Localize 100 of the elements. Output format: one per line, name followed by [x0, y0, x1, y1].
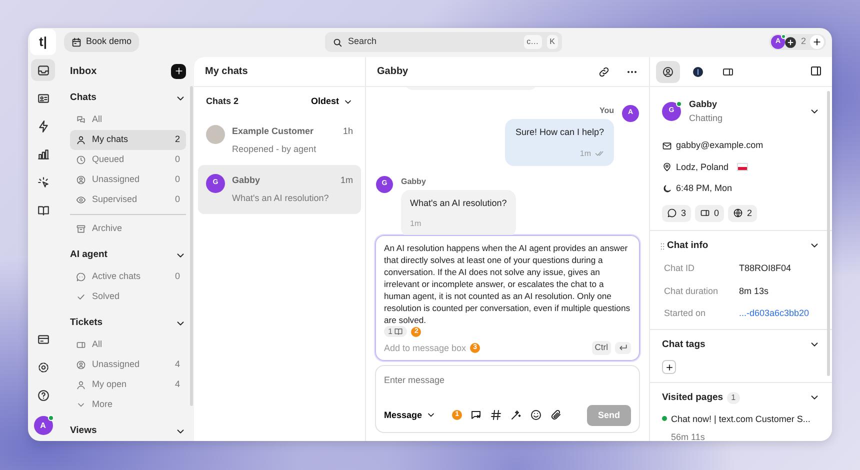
book-icon — [36, 204, 50, 216]
sidebar-item[interactable]: More — [70, 395, 186, 415]
search-input[interactable]: Search — [348, 35, 519, 49]
flag-icon — [736, 163, 748, 172]
billing-card-icon — [36, 332, 50, 346]
hash-icon — [490, 409, 502, 422]
message-mode-dropdown[interactable]: Message — [384, 408, 436, 422]
message-author: You — [599, 105, 614, 117]
suggestion-text: An AI resolution happens when the AI agent provides an answer that directly solves at least one of your questions during a conversation. If the AI does not solve any issue, gives an irrelevant or incomplete answer, or escalates the chat to a human agent, it is not counted as an AI resolution. Only one resolution is counted per conversation, even if multiple questions are solved. — [384, 242, 631, 326]
emoji-icon — [530, 409, 542, 422]
section-title: Chats — [70, 90, 96, 105]
stat-chip: 2 — [728, 204, 758, 222]
sidebar-item[interactable]: All — [70, 335, 186, 355]
globe-icon — [733, 208, 744, 218]
agents-count: 2 — [800, 35, 806, 48]
drag-handle-icon — [658, 242, 667, 251]
sidebar-item[interactable]: Solved — [70, 287, 186, 307]
book-icon — [394, 327, 404, 336]
sidebar-item[interactable]: Supervised 0 — [70, 190, 186, 210]
magic-wand-icon — [510, 409, 522, 422]
person-icon — [76, 135, 86, 145]
info-value: 8m 13s — [739, 284, 769, 298]
person-circle-icon — [662, 66, 674, 78]
settings-icon — [36, 360, 50, 374]
eye-icon — [76, 195, 86, 205]
sidebar-item[interactable]: Active chats 0 — [70, 267, 186, 287]
section-title: Visited pages — [662, 391, 724, 405]
info-label: Chat ID — [664, 262, 696, 276]
message-text: What's an AI resolution? — [410, 196, 507, 210]
app-logo[interactable]: t| — [30, 29, 56, 55]
sidebar-item[interactable]: All — [70, 110, 186, 130]
search-icon — [332, 36, 343, 48]
rail-button[interactable] — [31, 59, 55, 81]
info-label: Started on — [664, 307, 707, 320]
customer-name: Example Customer — [232, 125, 314, 138]
archive-icon — [76, 224, 86, 234]
inbox-icon — [36, 64, 50, 76]
mail-icon — [662, 140, 672, 151]
sidebar-item[interactable]: Unassigned 4 — [70, 355, 186, 375]
page-title: Chat now! | text.com Customer S... — [671, 413, 810, 426]
status-dot — [662, 416, 667, 422]
chat-preview: Reopened - by agent — [232, 142, 318, 156]
customer-name: Gabby — [232, 174, 260, 187]
chat-bubble-icon — [76, 272, 86, 282]
paperclip-icon — [550, 409, 562, 422]
dark-circle-icon — [692, 66, 704, 78]
sidebar-item[interactable]: My chats 2 — [70, 130, 186, 150]
started-on-link[interactable]: ...-d603a6c3bb20 — [739, 307, 810, 321]
add-tag-button[interactable] — [662, 360, 676, 374]
chat-time: 1m — [340, 174, 353, 187]
message-text: Sure! How can I help? — [515, 126, 604, 139]
ticket-icon — [76, 340, 86, 350]
plus-icon — [812, 37, 822, 47]
ticket-icon — [700, 208, 710, 218]
search-field[interactable]: Search c… K — [325, 32, 562, 52]
plus-icon — [664, 362, 674, 372]
plus-icon — [174, 66, 184, 76]
section-title: Tickets — [70, 316, 103, 330]
lightning-icon — [36, 120, 50, 132]
sidebar-item[interactable]: My open 4 — [70, 375, 186, 395]
add-to-message-box-link[interactable]: Add to message box — [384, 342, 466, 354]
customer-status: Chatting — [689, 112, 723, 125]
side-panel-icon — [810, 65, 822, 78]
sidebar-item[interactable]: Archive — [70, 219, 186, 239]
contact-card-icon — [36, 92, 50, 104]
person-circle-icon — [76, 175, 86, 185]
user-avatar[interactable]: A — [34, 416, 52, 435]
sources-chip[interactable]: 1 — [384, 326, 408, 338]
section-title: AI agent — [70, 248, 108, 262]
return-key-icon — [615, 342, 631, 354]
clock-icon — [76, 155, 86, 165]
person-circle-icon — [76, 360, 86, 370]
chats-count: Chats 2 — [206, 95, 239, 108]
sidebar-item[interactable]: Unassigned 0 — [70, 170, 186, 190]
chat-title: Gabby — [377, 65, 408, 79]
canned-response-icon — [470, 409, 482, 422]
bar-chart-icon — [36, 148, 50, 160]
help-icon — [36, 388, 50, 402]
chat-time: 1h — [342, 125, 353, 138]
link-icon — [598, 66, 610, 78]
sparkle-cursor-icon — [36, 176, 50, 188]
customer-local-time: 6:48 PM, Mon — [676, 182, 732, 195]
panel-title: My chats — [205, 65, 248, 79]
sort-dropdown[interactable]: Oldest — [310, 95, 353, 109]
book-demo-button[interactable]: Book demo — [64, 32, 139, 52]
add-button[interactable] — [810, 35, 824, 49]
customer-location: Lodz, Poland — [676, 160, 729, 174]
chat-list-item[interactable]: Example Customer 1h Reopened - by agent — [198, 119, 361, 162]
calendar-icon — [71, 36, 82, 48]
section-title: Views — [70, 424, 97, 438]
new-button[interactable] — [171, 64, 186, 78]
section-title: Chat info — [667, 239, 708, 253]
chat-bubble-icon — [667, 208, 677, 218]
stat-chip: 3 — [662, 204, 692, 222]
ticket-icon — [722, 66, 734, 78]
stat-chip: 0 — [695, 204, 724, 222]
sidebar-item[interactable]: Queued 0 — [70, 150, 186, 170]
message-time: 1m — [580, 148, 591, 160]
message-author: Gabby — [401, 176, 427, 188]
details-tab[interactable] — [656, 60, 680, 82]
